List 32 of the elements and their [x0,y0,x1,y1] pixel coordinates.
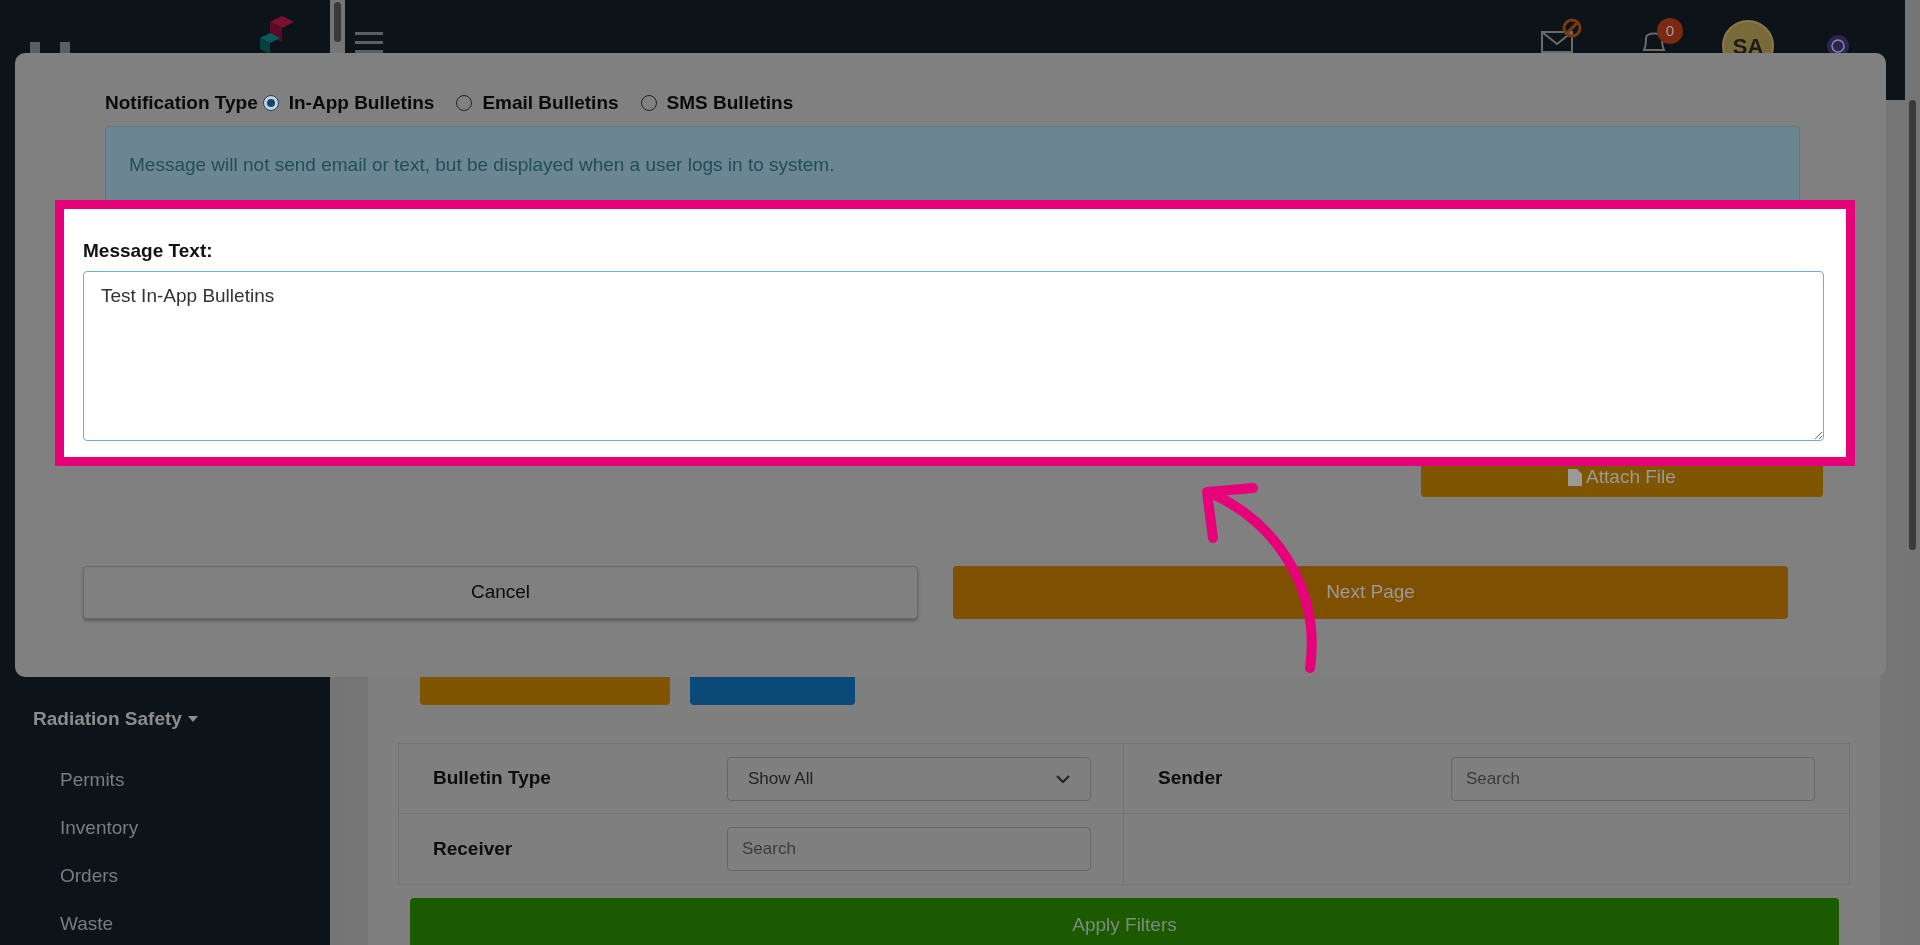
attach-file-button[interactable]: Attach File [1421,464,1823,497]
sidebar-item[interactable]: Waste [60,910,330,938]
sidebar-section[interactable]: Radiation Safety [33,705,330,733]
cancel-button[interactable]: Cancel [83,566,918,619]
radio-button[interactable] [262,95,279,111]
field-label: Message Text: [83,239,214,261]
filter-label: Receiver [433,836,514,861]
menu-icon[interactable] [355,32,383,54]
message-text-area[interactable]: Test In-App Bulletins [83,271,1824,441]
sender-search-field[interactable]: Search [1451,756,1815,801]
filter-label: Bulletin Type [433,766,552,791]
filter-label: Sender [1158,766,1224,791]
sidebar-item[interactable]: Inventory [60,814,330,842]
page-scrollbar[interactable] [1905,0,1920,945]
info-alert: Message will not send email or text, but be displayed when a user logs in to system. [105,126,1800,201]
receiver-search-field[interactable]: Search [727,827,1091,871]
mail-icon[interactable] [1540,18,1582,54]
bulletin-type-select[interactable]: Show All [727,756,1091,801]
field-label: Notification Type [105,90,258,115]
sidebar-item[interactable]: Permits [60,766,330,794]
radio-button[interactable] [456,95,473,111]
apply-filters-button[interactable]: Apply Filters [410,898,1839,945]
radio-option[interactable]: In-App Bulletins [262,88,435,118]
radio-option[interactable]: SMS Bulletins [640,88,794,118]
caret-icon [187,714,198,724]
sidebar-item[interactable]: Orders [60,862,330,890]
next-page-button[interactable]: Next Page [953,566,1788,619]
notification-badge: 0 [1657,18,1683,44]
chevron-icon [1056,773,1070,784]
radio-button[interactable] [640,95,657,111]
file-icon [1568,469,1583,486]
radio-option[interactable]: Email Bulletins [456,88,619,118]
